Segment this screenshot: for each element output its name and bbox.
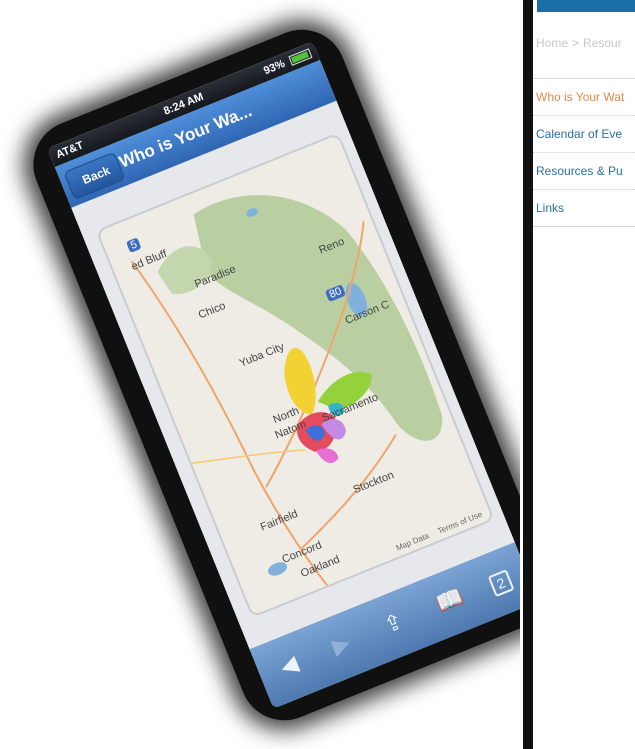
breadcrumb-home[interactable]: Home <box>536 36 568 50</box>
breadcrumb-separator: > <box>572 36 580 50</box>
phone-screen: AT&T 8:24 AM 93% Back Who is Your Wa... <box>47 41 520 709</box>
map-graphic <box>98 134 493 616</box>
share-icon[interactable]: ⇪ <box>380 608 406 638</box>
side-nav: Who is Your Wat Calendar of Eve Resource… <box>533 78 635 227</box>
nav-item-resources[interactable]: Resources & Pu <box>533 153 635 190</box>
bookmarks-icon[interactable]: 📖 <box>432 584 467 617</box>
water-district-map[interactable]: ed Bluff Paradise Chico Reno Carson C Yu… <box>95 132 495 619</box>
nav-item-calendar-of-events[interactable]: Calendar of Eve <box>533 116 635 153</box>
nav-item-who-is-your-water[interactable]: Who is Your Wat <box>533 79 635 116</box>
breadcrumb-current[interactable]: Resour <box>583 36 622 50</box>
back-arrow-icon[interactable]: ◀ <box>276 650 301 680</box>
page-content: ed Bluff Paradise Chico Reno Carson C Yu… <box>71 100 515 650</box>
site-header-bar <box>537 0 635 12</box>
tabs-icon[interactable]: 2 <box>487 569 515 598</box>
panel-divider <box>523 0 533 749</box>
nav-item-links[interactable]: Links <box>533 190 635 227</box>
phone-photo: AT&T 8:24 AM 93% Back Who is Your Wa... <box>0 0 520 749</box>
website-panel: Home > Resour Who is Your Wat Calendar of … <box>533 0 635 749</box>
forward-arrow-icon[interactable]: ▶ <box>328 629 353 659</box>
breadcrumb: Home > Resour <box>536 36 622 50</box>
iphone-device: AT&T 8:24 AM 93% Back Who is Your Wa... <box>20 16 520 734</box>
